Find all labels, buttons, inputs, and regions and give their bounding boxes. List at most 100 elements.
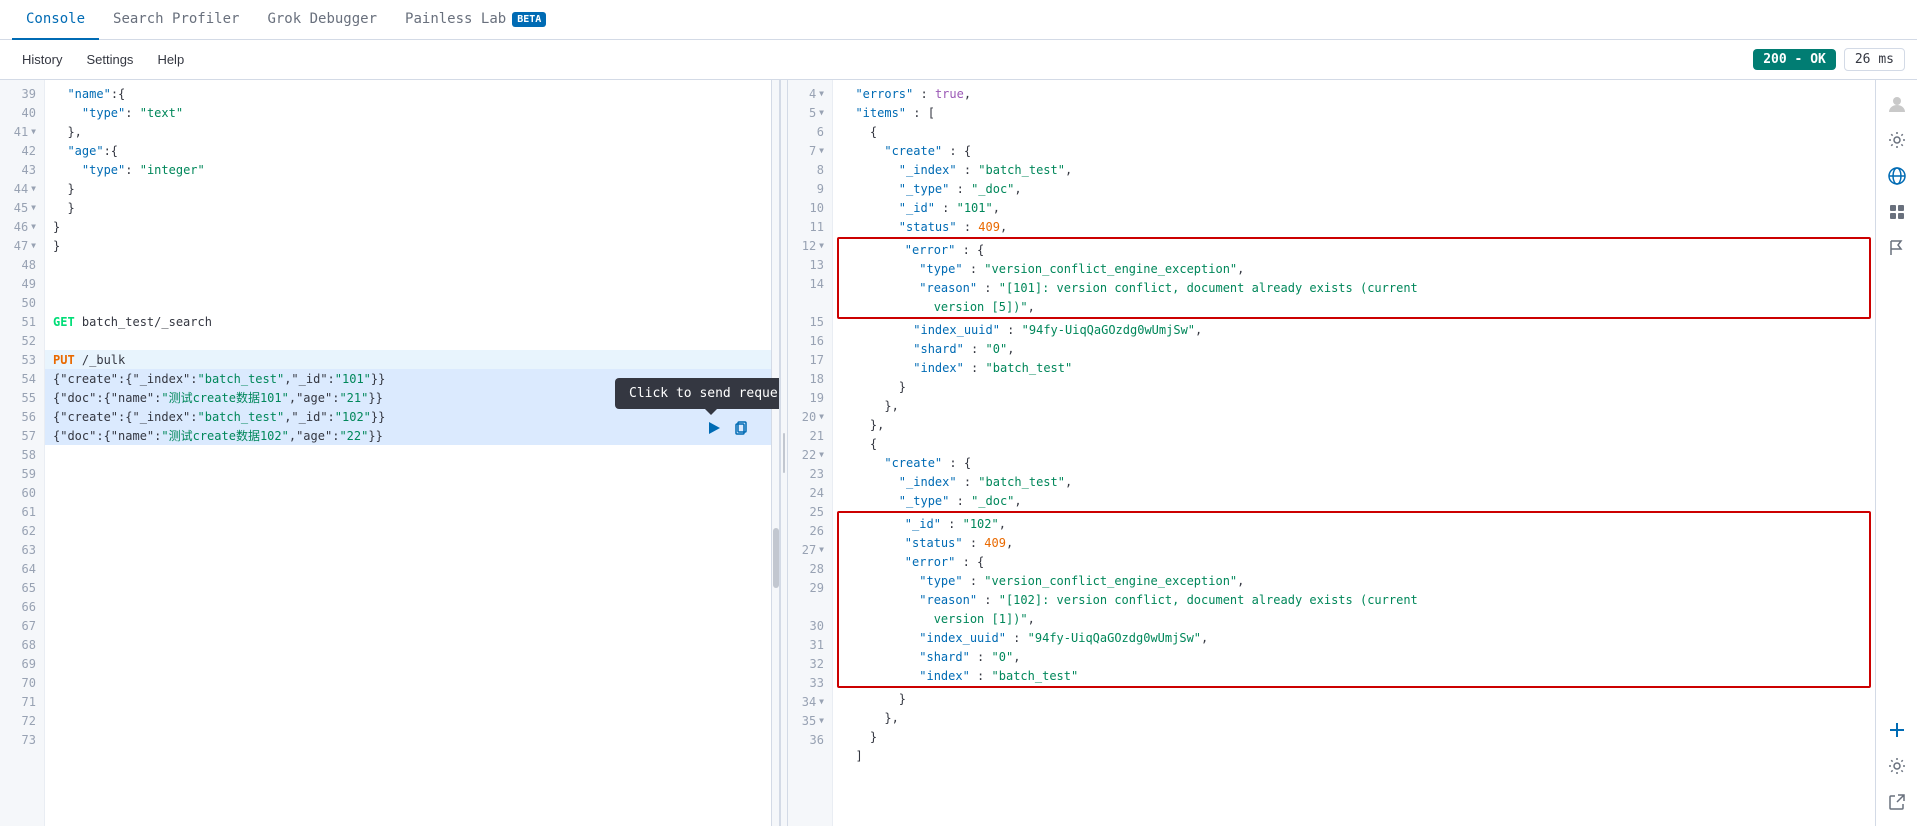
panel-divider[interactable] bbox=[780, 80, 788, 826]
right-sidebar bbox=[1875, 80, 1917, 826]
code-line-49 bbox=[45, 274, 779, 293]
error-box-2: "_id" : "102", "status" : 409, "error" :… bbox=[837, 511, 1871, 688]
code-line-40: "type": "text" bbox=[45, 103, 779, 122]
left-panel: 39 40 41 42 43 44 45 46 47 48 49 50 51 5… bbox=[0, 80, 780, 826]
code-line-73 bbox=[45, 730, 779, 749]
top-nav: Console Search Profiler Grok Debugger Pa… bbox=[0, 0, 1917, 40]
code-line-46: } bbox=[45, 217, 779, 236]
code-line-52 bbox=[45, 331, 779, 350]
copy-request-button[interactable] bbox=[730, 416, 754, 440]
code-line-51: GET batch_test/_search bbox=[45, 312, 779, 331]
code-line-59 bbox=[45, 464, 779, 483]
right-panel: 4 5 6 7 8 9 10 11 12 13 14 15 16 17 18 1… bbox=[788, 80, 1875, 826]
resp-line-35: } bbox=[833, 727, 1875, 746]
resp-line-33: } bbox=[833, 689, 1875, 708]
resp-line-18: } bbox=[833, 377, 1875, 396]
external-link-icon[interactable] bbox=[1881, 786, 1913, 818]
bottom-gear-icon[interactable] bbox=[1881, 750, 1913, 782]
resp-line-7: "create" : { bbox=[833, 141, 1875, 160]
resp-line-22: "create" : { bbox=[833, 453, 1875, 472]
secondary-nav: History Settings Help 200 - OK 26 ms bbox=[0, 40, 1917, 80]
settings-button[interactable]: Settings bbox=[76, 48, 143, 71]
code-line-47: } bbox=[45, 236, 779, 255]
code-line-57: {"doc":{"name":"测试create数据102","age":"22… bbox=[45, 426, 779, 445]
code-line-69 bbox=[45, 654, 779, 673]
code-line-68 bbox=[45, 635, 779, 654]
resp-line-29a: "reason" : "[102]: version conflict, doc… bbox=[839, 590, 1869, 609]
resp-line-17: "index" : "batch_test" bbox=[833, 358, 1875, 377]
response-line-numbers: 4 5 6 7 8 9 10 11 12 13 14 15 16 17 18 1… bbox=[788, 80, 833, 826]
editor-scrollbar[interactable] bbox=[771, 80, 779, 826]
editor-code[interactable]: "name":{ "type": "text" }, "age":{ "type… bbox=[45, 80, 779, 826]
code-line-58 bbox=[45, 445, 779, 464]
code-line-63 bbox=[45, 540, 779, 559]
resp-line-28: "type" : "version_conflict_engine_except… bbox=[839, 571, 1869, 590]
flag-icon[interactable] bbox=[1881, 232, 1913, 264]
resp-line-30: "index_uuid" : "94fy-UiqQaGOzdg0wUmjSw", bbox=[839, 628, 1869, 647]
code-line-72 bbox=[45, 711, 779, 730]
resp-line-21: { bbox=[833, 434, 1875, 453]
resp-line-26: "status" : 409, bbox=[839, 533, 1869, 552]
resp-line-36: ] bbox=[833, 746, 1875, 765]
history-button[interactable]: History bbox=[12, 48, 72, 71]
settings-gear-icon[interactable] bbox=[1881, 124, 1913, 156]
ms-badge: 26 ms bbox=[1844, 48, 1905, 71]
code-line-43: "type": "integer" bbox=[45, 160, 779, 179]
resp-line-6: { bbox=[833, 122, 1875, 141]
extensions-icon[interactable] bbox=[1881, 196, 1913, 228]
code-line-50 bbox=[45, 293, 779, 312]
response-area[interactable]: 4 5 6 7 8 9 10 11 12 13 14 15 16 17 18 1… bbox=[788, 80, 1875, 826]
code-line-64 bbox=[45, 559, 779, 578]
tab-painless-lab[interactable]: Painless Lab BETA bbox=[391, 0, 560, 40]
resp-line-14a: "reason" : "[101]: version conflict, doc… bbox=[839, 278, 1869, 297]
editor-line-numbers: 39 40 41 42 43 44 45 46 47 48 49 50 51 5… bbox=[0, 80, 45, 826]
resp-line-25: "_id" : "102", bbox=[839, 514, 1869, 533]
globe-icon[interactable] bbox=[1881, 160, 1913, 192]
resp-line-32: "index" : "batch_test" bbox=[839, 666, 1869, 685]
tooltip-text: Click to send request bbox=[615, 378, 780, 409]
tab-search-profiler[interactable]: Search Profiler bbox=[99, 0, 253, 40]
code-line-60 bbox=[45, 483, 779, 502]
resp-line-13: "type" : "version_conflict_engine_except… bbox=[839, 259, 1869, 278]
resp-line-12: "error" : { bbox=[839, 240, 1869, 259]
resp-line-9: "_type" : "_doc", bbox=[833, 179, 1875, 198]
editor-area[interactable]: 39 40 41 42 43 44 45 46 47 48 49 50 51 5… bbox=[0, 80, 779, 826]
code-line-62 bbox=[45, 521, 779, 540]
secondary-nav-left: History Settings Help bbox=[12, 48, 194, 71]
resp-line-19: }, bbox=[833, 396, 1875, 415]
code-line-39: "name":{ bbox=[45, 84, 779, 103]
resp-line-27: "error" : { bbox=[839, 552, 1869, 571]
code-line-67 bbox=[45, 616, 779, 635]
user-avatar-icon[interactable] bbox=[1881, 88, 1913, 120]
send-request-tooltip: Click to send request bbox=[615, 378, 780, 409]
resp-line-4: "errors" : true, bbox=[833, 84, 1875, 103]
run-request-button[interactable] bbox=[702, 416, 726, 440]
status-area: 200 - OK 26 ms bbox=[1753, 48, 1905, 71]
code-line-66 bbox=[45, 597, 779, 616]
resp-line-24: "_type" : "_doc", bbox=[833, 491, 1875, 510]
resp-line-31: "shard" : "0", bbox=[839, 647, 1869, 666]
tab-console[interactable]: Console bbox=[12, 0, 99, 40]
response-code: "errors" : true, "items" : [ { "create" … bbox=[833, 80, 1875, 826]
resp-line-14b: version [5])", bbox=[839, 297, 1869, 316]
help-button[interactable]: Help bbox=[147, 48, 194, 71]
status-badge: 200 - OK bbox=[1753, 49, 1836, 70]
code-line-61 bbox=[45, 502, 779, 521]
resp-line-5: "items" : [ bbox=[833, 103, 1875, 122]
code-line-70 bbox=[45, 673, 779, 692]
code-line-56: {"create":{"_index":"batch_test","_id":"… bbox=[45, 407, 779, 426]
beta-badge: BETA bbox=[512, 12, 546, 27]
error-box-1: "error" : { "type" : "version_conflict_e… bbox=[837, 237, 1871, 319]
resp-line-23: "_index" : "batch_test", bbox=[833, 472, 1875, 491]
code-line-41: }, bbox=[45, 122, 779, 141]
tab-grok-debugger[interactable]: Grok Debugger bbox=[253, 0, 391, 40]
panel-divider-handle bbox=[783, 433, 785, 473]
resp-line-15: "index_uuid" : "94fy-UiqQaGOzdg0wUmjSw", bbox=[833, 320, 1875, 339]
code-line-44: } bbox=[45, 179, 779, 198]
resp-line-20: }, bbox=[833, 415, 1875, 434]
code-line-48 bbox=[45, 255, 779, 274]
code-line-65 bbox=[45, 578, 779, 597]
code-line-53: PUT /_bulk bbox=[45, 350, 779, 369]
add-icon[interactable] bbox=[1881, 714, 1913, 746]
editor-scrollbar-thumb[interactable] bbox=[773, 528, 779, 588]
